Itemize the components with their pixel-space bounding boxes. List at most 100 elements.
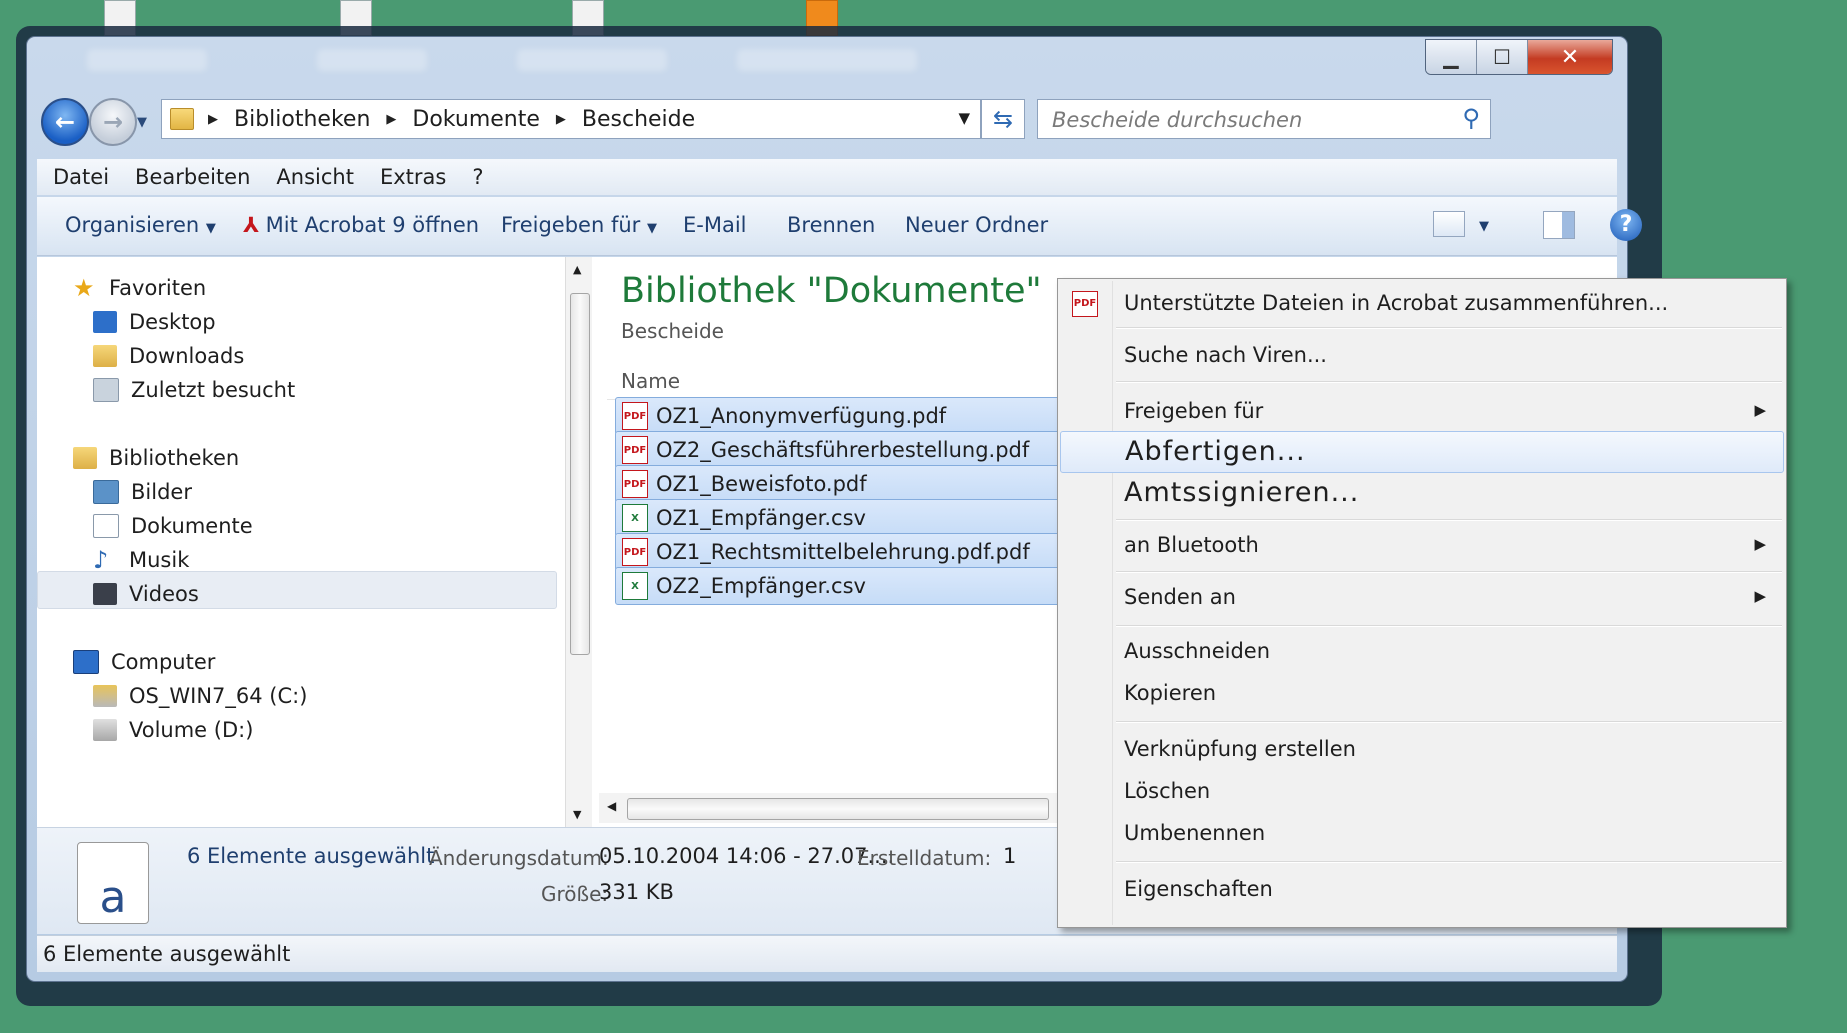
help-icon[interactable]: ? — [1610, 209, 1642, 241]
address-bar[interactable]: ▶ Bibliotheken ▶ Dokumente ▶ Bescheide ▼ — [161, 99, 981, 139]
preview-pane-button[interactable] — [1543, 211, 1575, 239]
menu-item-send-to[interactable]: Senden an ▶ — [1060, 577, 1784, 617]
downloads-folder-icon — [93, 345, 117, 367]
refresh-button[interactable]: ⇆ — [981, 99, 1025, 139]
back-button[interactable]: ← — [41, 98, 89, 146]
menu-item-label: an Bluetooth — [1124, 533, 1259, 557]
burn-button[interactable]: Brennen — [787, 213, 875, 237]
menu-item-create-shortcut[interactable]: Verknüpfung erstellen — [1060, 729, 1784, 769]
breadcrumb-libraries[interactable]: Bibliotheken — [234, 107, 370, 132]
menu-item-cut[interactable]: Ausschneiden — [1060, 631, 1784, 671]
nav-recent[interactable]: Zuletzt besucht — [93, 375, 295, 405]
context-menu: PDF Unterstützte Dateien in Acrobat zusam… — [1057, 278, 1787, 928]
nav-scrollbar[interactable]: ▲ ▼ — [565, 257, 592, 827]
hscroll-thumb[interactable] — [627, 798, 1049, 820]
back-arrow-icon: ← — [54, 108, 76, 136]
organize-label: Organisieren — [65, 213, 200, 237]
pdf-file-icon: PDF — [622, 402, 648, 430]
scroll-down-icon[interactable]: ▼ — [573, 808, 581, 821]
nav-desktop-label: Desktop — [129, 310, 216, 334]
nav-videos[interactable]: Videos — [93, 579, 199, 609]
navigation-pane: ★ Favoriten Desktop Downloads Zuletzt bes… — [37, 257, 585, 827]
file-name: OZ1_Beweisfoto.pdf — [656, 472, 867, 496]
breadcrumb-arrow-icon[interactable]: ▶ — [556, 112, 566, 127]
nav-desktop[interactable]: Desktop — [93, 307, 216, 337]
menu-bar: Datei Bearbeiten Ansicht Extras ? — [37, 159, 1617, 195]
breadcrumb-arrow-icon[interactable]: ▶ — [208, 112, 218, 127]
breadcrumb-arrow-icon[interactable]: ▶ — [386, 112, 396, 127]
view-options-button[interactable] — [1433, 211, 1465, 237]
menu-extras[interactable]: Extras — [380, 165, 446, 189]
status-text: 6 Elemente ausgewählt — [43, 942, 291, 966]
menu-item-bluetooth[interactable]: an Bluetooth ▶ — [1060, 525, 1784, 565]
nav-pictures[interactable]: Bilder — [93, 477, 192, 507]
menu-item-official-sign[interactable]: Amtssignieren... — [1060, 475, 1784, 515]
library-title: Bibliothek "Dokumente" — [621, 271, 1042, 311]
acrobat-merge-icon: PDF — [1072, 291, 1098, 317]
multiple-files-thumbnail-icon: a — [77, 842, 149, 924]
menu-item-share-with[interactable]: Freigeben für ▶ — [1060, 391, 1784, 431]
search-input[interactable] — [1050, 106, 1444, 134]
menu-view[interactable]: Ansicht — [276, 165, 354, 189]
address-dropdown-icon[interactable]: ▼ — [958, 109, 970, 127]
search-box: ⚲ — [1037, 99, 1491, 139]
scroll-left-icon[interactable]: ◀ — [607, 799, 616, 813]
menu-item-virus-scan[interactable]: Suche nach Viren... — [1060, 335, 1784, 375]
scrollbar-thumb[interactable] — [570, 293, 590, 655]
title-bar[interactable]: ▁ ☐ ✕ — [27, 37, 1627, 85]
menu-item-merge-acrobat[interactable]: PDF Unterstützte Dateien in Acrobat zusam… — [1060, 283, 1784, 323]
scroll-up-icon[interactable]: ▲ — [573, 263, 581, 276]
recent-pages-dropdown-icon[interactable]: ▼ — [137, 115, 147, 130]
organize-button[interactable]: Organisieren ▼ — [65, 213, 216, 237]
menu-file[interactable]: Datei — [53, 165, 109, 189]
nav-drive-c[interactable]: OS_WIN7_64 (C:) — [93, 681, 307, 711]
share-with-button[interactable]: Freigeben für ▼ — [501, 213, 657, 237]
file-name: OZ1_Rechtsmittelbelehrung.pdf.pdf — [656, 540, 1030, 564]
open-with-acrobat-button[interactable]: ⅄ Mit Acrobat 9 öffnen — [243, 213, 479, 237]
share-label: Freigeben für — [501, 213, 641, 237]
view-options-dropdown-icon[interactable]: ▼ — [1479, 219, 1489, 234]
file-name: OZ2_Empfänger.csv — [656, 574, 866, 598]
menu-item-rename[interactable]: Umbenennen — [1060, 813, 1784, 853]
nav-drive-d-label: Volume (D:) — [129, 718, 254, 742]
nav-music[interactable]: ♪ Musik — [93, 545, 189, 575]
maximize-button[interactable]: ☐ — [1477, 40, 1528, 74]
search-icon[interactable]: ⚲ — [1462, 104, 1480, 132]
csv-file-icon: X — [622, 504, 648, 532]
menu-item-label: Amtssignieren... — [1124, 477, 1360, 508]
submenu-arrow-icon: ▶ — [1754, 587, 1766, 605]
acrobat-label: Mit Acrobat 9 öffnen — [265, 213, 480, 237]
status-bar: 6 Elemente ausgewählt — [37, 935, 1617, 972]
pdf-file-icon: PDF — [622, 436, 648, 464]
menu-separator — [1116, 861, 1782, 863]
breadcrumb-documents[interactable]: Dokumente — [412, 107, 539, 132]
windows-drive-icon — [93, 685, 117, 707]
breadcrumb-bescheide[interactable]: Bescheide — [582, 107, 695, 132]
nav-favorites[interactable]: ★ Favoriten — [73, 273, 206, 303]
forward-button[interactable]: → — [89, 98, 137, 146]
close-button[interactable]: ✕ — [1528, 40, 1612, 74]
minimize-button[interactable]: ▁ — [1426, 40, 1477, 74]
menu-item-label: Ausschneiden — [1124, 639, 1271, 663]
menu-item-properties[interactable]: Eigenschaften — [1060, 869, 1784, 909]
file-name: OZ1_Anonymverfügung.pdf — [656, 404, 947, 428]
details-created-value: 1 — [1003, 844, 1017, 868]
menu-item-copy[interactable]: Kopieren — [1060, 673, 1784, 713]
email-button[interactable]: E-Mail — [683, 213, 747, 237]
menu-edit[interactable]: Bearbeiten — [135, 165, 250, 189]
nav-documents[interactable]: Dokumente — [93, 511, 253, 541]
menu-item-dispatch[interactable]: Abfertigen... — [1060, 431, 1784, 473]
nav-music-label: Musik — [129, 548, 190, 572]
menu-item-delete[interactable]: Löschen — [1060, 771, 1784, 811]
column-header-name[interactable]: Name — [621, 369, 680, 393]
documents-icon — [93, 514, 119, 538]
film-icon — [93, 583, 117, 605]
nav-computer[interactable]: Computer — [73, 647, 215, 677]
nav-libraries[interactable]: Bibliotheken — [73, 443, 239, 473]
new-folder-button[interactable]: Neuer Ordner — [905, 213, 1048, 237]
hard-drive-icon — [93, 719, 117, 741]
menu-help[interactable]: ? — [472, 165, 483, 189]
csv-file-icon: X — [622, 572, 648, 600]
nav-downloads[interactable]: Downloads — [93, 341, 244, 371]
nav-drive-d[interactable]: Volume (D:) — [93, 715, 253, 745]
